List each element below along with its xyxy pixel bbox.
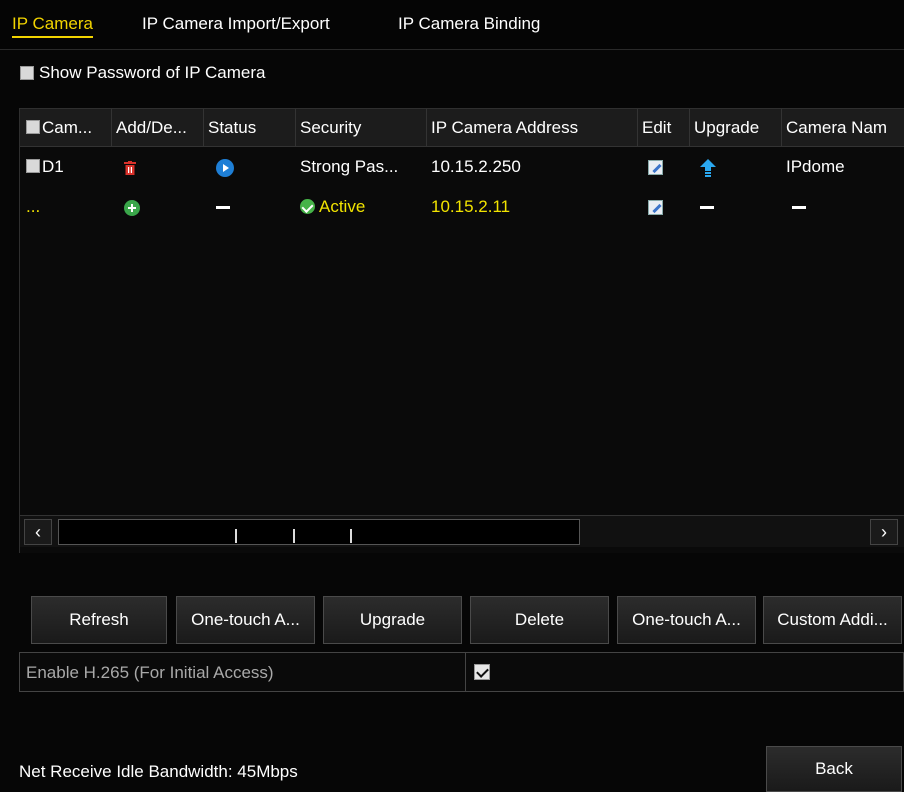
tab-ip-camera-import-export[interactable]: IP Camera Import/Export [142, 14, 330, 34]
header-status[interactable]: Status [204, 109, 296, 147]
scroll-tick [350, 529, 352, 543]
ip-address-cell: 10.15.2.250 [431, 157, 521, 176]
security-cell: Active [296, 187, 427, 227]
play-icon[interactable] [216, 158, 234, 177]
one-touch-adding-button[interactable]: One-touch A... [617, 596, 756, 644]
header-camera[interactable]: Cam... [20, 109, 112, 147]
dash-icon [216, 206, 230, 210]
status-cell [204, 187, 296, 227]
security-cell: Strong Pas... [300, 157, 399, 176]
tab-bar: IP Camera IP Camera Import/Export IP Cam… [0, 0, 904, 50]
trash-icon[interactable] [124, 160, 136, 175]
scroll-tick [235, 529, 237, 543]
custom-adding-button[interactable]: Custom Addi... [763, 596, 902, 644]
h265-option: Enable H.265 (For Initial Access) [19, 652, 904, 692]
scrollbar-thumb[interactable] [58, 519, 580, 545]
scroll-tick [293, 529, 295, 543]
table-header: Cam... Add/De... Status Security IP Came… [20, 109, 904, 147]
show-password-option[interactable]: Show Password of IP Camera [20, 63, 265, 83]
header-camera-name[interactable]: Camera Nam [782, 109, 904, 147]
show-password-label: Show Password of IP Camera [39, 63, 266, 82]
edit-icon[interactable] [648, 200, 663, 216]
one-touch-activate-button[interactable]: One-touch A... [176, 596, 315, 644]
check-circle-icon [300, 199, 315, 214]
divider [465, 653, 466, 691]
dash-icon [792, 206, 806, 210]
table-row[interactable]: ... Active 10.15.2.11 [20, 187, 904, 227]
camera-cell: ... [26, 197, 41, 216]
camera-name-cell [782, 187, 904, 227]
row-checkbox[interactable] [26, 159, 40, 173]
horizontal-scrollbar[interactable]: ‹ › [20, 515, 904, 547]
add-cell[interactable] [112, 187, 204, 227]
dash-icon [700, 206, 714, 210]
camera-name-cell: IPdome [786, 157, 845, 176]
camera-id: D1 [42, 157, 64, 176]
header-upgrade[interactable]: Upgrade [690, 109, 782, 147]
add-icon[interactable] [124, 199, 140, 216]
bandwidth-status: Net Receive Idle Bandwidth: 45Mbps [19, 762, 298, 781]
upgrade-arrow-icon[interactable] [700, 158, 716, 177]
refresh-button[interactable]: Refresh [31, 596, 167, 644]
edit-cell[interactable] [638, 187, 690, 227]
delete-button[interactable]: Delete [470, 596, 609, 644]
delete-cell[interactable] [112, 147, 204, 187]
header-camera-label: Cam... [42, 118, 93, 137]
header-ip-address[interactable]: IP Camera Address [427, 109, 638, 147]
header-edit[interactable]: Edit [638, 109, 690, 147]
tab-ip-camera[interactable]: IP Camera [12, 14, 93, 38]
back-button[interactable]: Back [766, 746, 902, 792]
camera-table: Cam... Add/De... Status Security IP Came… [19, 108, 904, 553]
tab-ip-camera-binding[interactable]: IP Camera Binding [398, 14, 540, 34]
edit-icon[interactable] [648, 160, 663, 176]
h265-checkbox[interactable] [474, 664, 490, 680]
security-status: Active [319, 197, 366, 216]
camera-cell[interactable]: D1 [20, 147, 112, 187]
h265-label: Enable H.265 (For Initial Access) [26, 663, 274, 682]
scroll-left-button[interactable]: ‹ [24, 519, 52, 545]
upgrade-cell [690, 187, 782, 227]
ip-address-cell: 10.15.2.11 [431, 197, 511, 216]
show-password-checkbox[interactable] [20, 66, 34, 80]
upgrade-button[interactable]: Upgrade [323, 596, 462, 644]
ip-camera-window: IP Camera IP Camera Import/Export IP Cam… [0, 0, 904, 792]
header-security[interactable]: Security [296, 109, 427, 147]
table-row[interactable]: D1 Strong Pas... 10.15.2.250 IPdome [20, 147, 904, 187]
edit-cell[interactable] [638, 147, 690, 187]
action-button-bar: Refresh One-touch A... Upgrade Delete On… [19, 596, 904, 644]
scroll-right-button[interactable]: › [870, 519, 898, 545]
header-add-delete[interactable]: Add/De... [112, 109, 204, 147]
upgrade-cell[interactable] [690, 147, 782, 187]
select-all-checkbox[interactable] [26, 120, 40, 134]
status-cell[interactable] [204, 147, 296, 187]
